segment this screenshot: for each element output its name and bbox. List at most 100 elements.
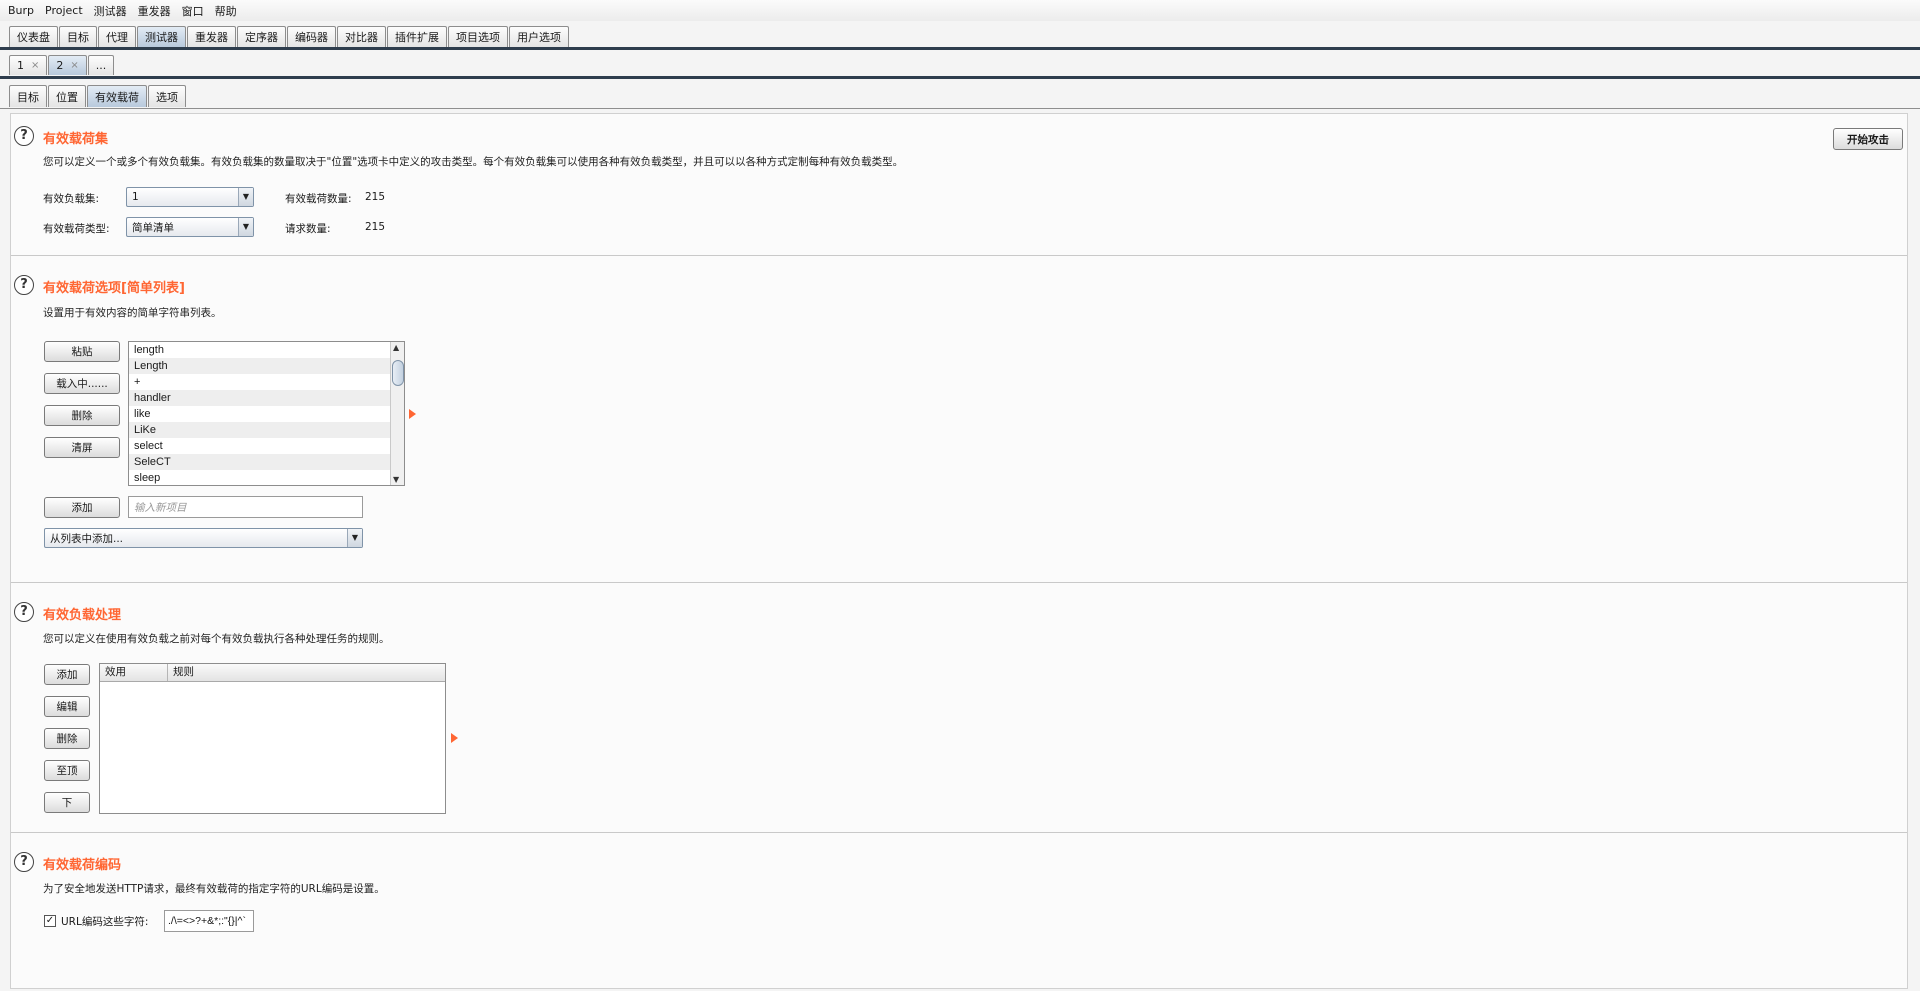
payload-sets-title: 有效载荷集	[43, 132, 109, 147]
attack-tab-1[interactable]: 1 ×	[9, 55, 48, 75]
remove-rule-button[interactable]: 删除	[44, 728, 90, 749]
table-header: 效用 规则	[100, 664, 445, 682]
help-icon[interactable]: ?	[14, 126, 34, 146]
remove-button[interactable]: 删除	[44, 405, 120, 426]
add-item-button[interactable]: 添加	[44, 497, 120, 518]
tab-comparer[interactable]: 对比器	[337, 26, 386, 47]
request-count-label: 请求数量:	[285, 223, 331, 235]
close-icon[interactable]: ×	[70, 60, 78, 71]
tab-extender[interactable]: 插件扩展	[387, 26, 447, 47]
add-from-list-select[interactable]: 从列表中添加... ▼	[44, 528, 363, 548]
tab-options[interactable]: 选项	[148, 85, 186, 107]
payload-set-select[interactable]: 1 ▼	[126, 187, 254, 207]
attack-tab-label: 1	[17, 59, 24, 72]
column-rule[interactable]: 规则	[168, 664, 445, 681]
move-down-button[interactable]: 下	[44, 792, 90, 813]
tab-decoder[interactable]: 编码器	[287, 26, 336, 47]
processing-rules-table[interactable]: 效用 规则	[99, 663, 446, 814]
payload-encoding-title: 有效载荷编码	[43, 858, 122, 873]
payload-count-label: 有效载荷数量:	[285, 193, 352, 205]
payload-list[interactable]: length Length + handler like LiKe select…	[128, 341, 405, 486]
url-encode-checkbox[interactable]: ✓	[44, 915, 56, 927]
payload-options-description: 设置用于有效内容的简单字符串列表。	[43, 307, 222, 319]
menu-intruder[interactable]: 测试器	[94, 3, 127, 19]
add-rule-button[interactable]: 添加	[44, 664, 90, 685]
request-count-value: 215	[365, 221, 386, 233]
menu-help[interactable]: 帮助	[215, 3, 237, 19]
url-encode-label: URL编码这些字符:	[61, 916, 149, 928]
tab-proxy[interactable]: 代理	[98, 26, 136, 47]
payload-processing-title: 有效负载处理	[43, 608, 122, 623]
payload-processing-description: 您可以定义在使用有效负载之前对每个有效负载执行各种处理任务的规则。	[43, 633, 390, 645]
payload-options-title: 有效载荷选项[简单列表]	[43, 281, 185, 296]
tab-positions[interactable]: 位置	[48, 85, 86, 107]
scroll-down-icon[interactable]: ▼	[393, 475, 399, 484]
column-enabled[interactable]: 效用	[100, 664, 168, 681]
section-divider	[11, 582, 1907, 583]
help-icon[interactable]: ?	[14, 275, 34, 295]
tab-target[interactable]: 目标	[59, 26, 97, 47]
tab-project-options[interactable]: 项目选项	[448, 26, 508, 47]
help-icon[interactable]: ?	[14, 602, 34, 622]
main-tab-divider	[0, 47, 1920, 50]
start-attack-button[interactable]: 开始攻击	[1833, 128, 1903, 150]
payload-sets-description: 您可以定义一个或多个有效负载集。有效负载集的数量取决于"位置"选项卡中定义的攻击…	[43, 156, 904, 168]
new-item-input[interactable]: 输入新项目	[128, 496, 363, 518]
scroll-up-icon[interactable]: ▲	[393, 343, 399, 352]
list-item[interactable]: like	[129, 406, 404, 422]
list-item[interactable]: SeleCT	[129, 454, 404, 470]
payload-type-label: 有效载荷类型:	[43, 223, 110, 235]
menu-window[interactable]: 窗口	[182, 3, 204, 19]
tab-payloads[interactable]: 有效载荷	[87, 85, 147, 107]
list-scrollbar[interactable]: ▲ ▼	[390, 342, 404, 485]
list-item[interactable]: +	[129, 374, 404, 390]
menu-project[interactable]: Project	[45, 4, 83, 17]
payload-encoding-description: 为了安全地发送HTTP请求，最终有效载荷的指定字符的URL编码是设置。	[43, 883, 385, 895]
list-item[interactable]: length	[129, 342, 404, 358]
section-divider	[11, 255, 1907, 256]
intruder-tabs: 目标 位置 有效载荷 选项	[0, 85, 1920, 107]
tab-repeater[interactable]: 重发器	[187, 26, 236, 47]
url-encode-chars-input[interactable]: ./\=<>?+&*;:"{}|^`	[164, 910, 254, 932]
tab-intruder[interactable]: 测试器	[137, 26, 186, 47]
expand-arrow-icon[interactable]	[451, 733, 458, 743]
attack-tab-2[interactable]: 2 ×	[48, 55, 87, 75]
payload-set-value: 1	[132, 191, 139, 203]
edit-rule-button[interactable]: 编辑	[44, 696, 90, 717]
tab-positions-target[interactable]: 目标	[9, 85, 47, 107]
close-icon[interactable]: ×	[31, 60, 39, 71]
paste-button[interactable]: 粘贴	[44, 341, 120, 362]
tab-sequencer[interactable]: 定序器	[237, 26, 286, 47]
list-item[interactable]: Length	[129, 358, 404, 374]
list-item[interactable]: sleep	[129, 470, 404, 485]
chevron-down-icon: ▼	[238, 188, 253, 206]
attack-tab-label: 2	[56, 59, 64, 72]
attack-tab-label: ...	[95, 59, 107, 72]
chevron-down-icon: ▼	[347, 529, 362, 547]
chevron-down-icon: ▼	[238, 218, 253, 236]
list-item[interactable]: handler	[129, 390, 404, 406]
expand-arrow-icon[interactable]	[409, 409, 416, 419]
main-tabs: 仪表盘 目标 代理 测试器 重发器 定序器 编码器 对比器 插件扩展 项目选项 …	[0, 26, 1920, 47]
attack-tabs: 1 × 2 × ...	[0, 55, 1920, 75]
payload-set-label: 有效负载集:	[43, 193, 100, 205]
menu-burp[interactable]: Burp	[8, 4, 34, 17]
move-up-button[interactable]: 至顶	[44, 760, 90, 781]
load-button[interactable]: 载入中......	[44, 373, 120, 394]
payload-count-value: 215	[365, 191, 386, 203]
add-from-list-value: 从列表中添加...	[50, 532, 124, 545]
attack-tab-new[interactable]: ...	[87, 55, 115, 75]
clear-button[interactable]: 清屏	[44, 437, 120, 458]
scroll-thumb[interactable]	[392, 360, 404, 386]
payloads-panel: ? 有效载荷集 您可以定义一个或多个有效负载集。有效负载集的数量取决于"位置"选…	[10, 113, 1908, 989]
list-item[interactable]: LiKe	[129, 422, 404, 438]
payload-type-select[interactable]: 简单清单 ▼	[126, 217, 254, 237]
list-item[interactable]: select	[129, 438, 404, 454]
tab-user-options[interactable]: 用户选项	[509, 26, 569, 47]
tab-dashboard[interactable]: 仪表盘	[9, 26, 58, 47]
intruder-tab-divider	[0, 108, 1920, 109]
help-icon[interactable]: ?	[14, 852, 34, 872]
payload-type-value: 简单清单	[132, 221, 174, 234]
menu-repeater[interactable]: 重发器	[138, 3, 171, 19]
section-divider	[11, 832, 1907, 833]
